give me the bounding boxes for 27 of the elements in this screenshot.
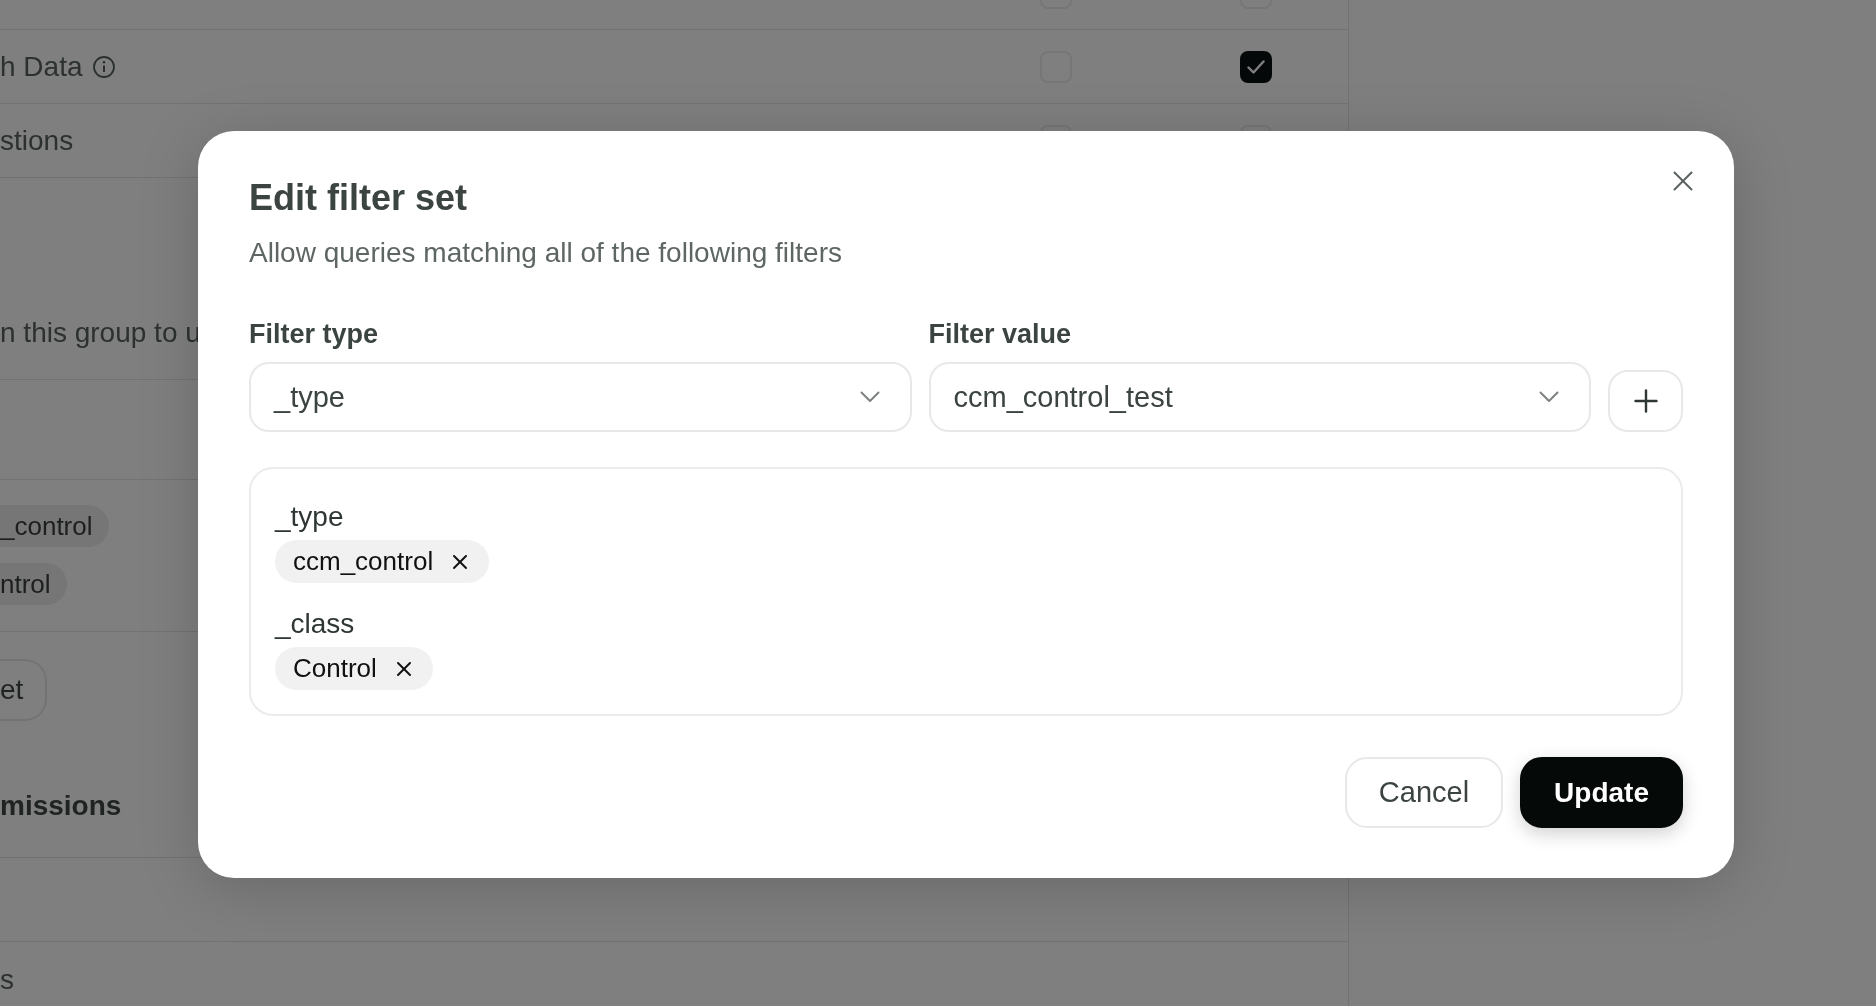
- section-label: s: [0, 964, 14, 995]
- chip-label: ccm_control: [293, 546, 434, 577]
- permission-label: stions: [0, 123, 74, 158]
- chevron-down-icon: [1539, 391, 1559, 403]
- close-icon[interactable]: [396, 661, 411, 676]
- checkmark-icon: [1247, 59, 1265, 74]
- field-label: Filter type: [249, 318, 379, 351]
- permission-label: h Data: [0, 49, 83, 84]
- dialog-description: Allow queries matching all of the following filters: [249, 236, 842, 270]
- filter-value-select[interactable]: ccm_control_test: [928, 362, 1591, 432]
- plus-icon: [1633, 389, 1658, 413]
- close-icon[interactable]: [453, 554, 468, 569]
- checkbox[interactable]: [1240, 50, 1272, 83]
- tag: _control: [0, 505, 109, 547]
- action-button[interactable]: et: [0, 659, 48, 721]
- tag: ntrol: [0, 563, 67, 605]
- section-heading: missions: [0, 789, 122, 823]
- chip-label: Control: [293, 653, 377, 684]
- filter-group-name: _class: [275, 607, 355, 641]
- cancel-button[interactable]: Cancel: [1344, 757, 1504, 828]
- dialog-title: Edit filter set: [249, 176, 468, 220]
- chevron-down-icon: [859, 391, 880, 403]
- filter-group-name: _type: [275, 500, 344, 534]
- update-button[interactable]: Update: [1520, 757, 1683, 828]
- filter-type-select[interactable]: _type: [249, 362, 912, 432]
- field-label: Filter value: [928, 318, 1072, 351]
- close-icon[interactable]: [1673, 171, 1693, 191]
